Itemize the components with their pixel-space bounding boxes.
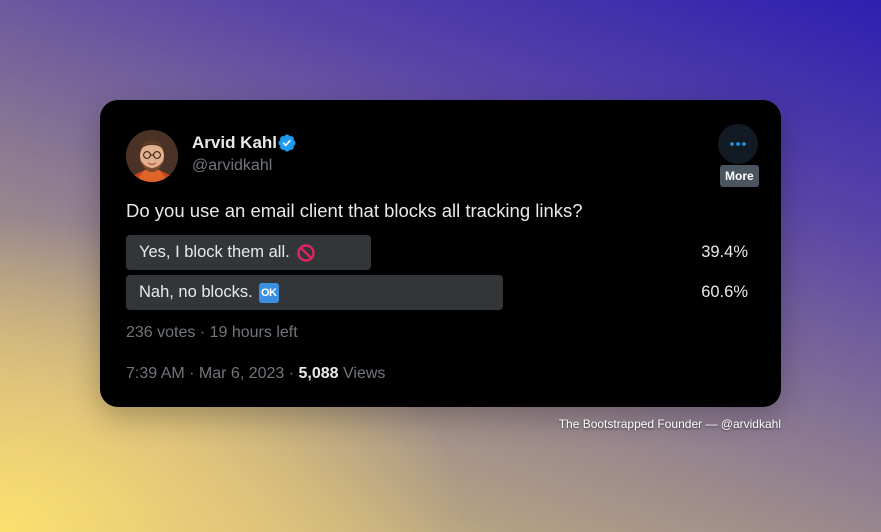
poll-option-percent: 60.6% [701, 283, 748, 301]
poll-option-1: Yes, I block them all. 39.4% [126, 235, 748, 270]
poll-option-text: Yes, I block them all. [139, 243, 290, 261]
timestamp[interactable]: 7:39 AM · Mar 6, 2023 · [126, 365, 299, 382]
avatar-image [126, 130, 178, 182]
poll-question: Do you use an email client that blocks a… [126, 200, 583, 221]
more-button[interactable] [718, 124, 758, 164]
author-name[interactable]: Arvid Kahl [192, 133, 277, 153]
poll-option-text: Nah, no blocks. [139, 283, 253, 301]
timestamp-row: 7:39 AM · Mar 6, 2023 · 5,088 Views [126, 365, 385, 383]
verified-badge-icon [278, 134, 296, 152]
ok-button-emoji-icon: OK [258, 282, 279, 303]
more-dots-icon [730, 142, 746, 146]
author-handle[interactable]: @arvidkahl [192, 157, 272, 175]
more-tooltip: More [720, 165, 759, 187]
no-entry-emoji-icon [297, 243, 315, 262]
poll-option-label: Yes, I block them all. [139, 235, 316, 270]
credit-caption: The Bootstrapped Founder — @arvidkahl [558, 417, 781, 431]
views-label: Views [338, 365, 386, 382]
poll-meta: 236 votes · 19 hours left [126, 324, 298, 341]
poll-option-label: Nah, no blocks. OK [139, 275, 279, 310]
poll-option-percent: 39.4% [701, 243, 748, 261]
views-count: 5,088 [298, 365, 339, 382]
poll-option-2: Nah, no blocks. OK 60.6% [126, 275, 748, 310]
avatar[interactable] [126, 130, 178, 182]
tweet-card: Arvid Kahl @arvidkahl More Do you use an… [100, 100, 781, 407]
